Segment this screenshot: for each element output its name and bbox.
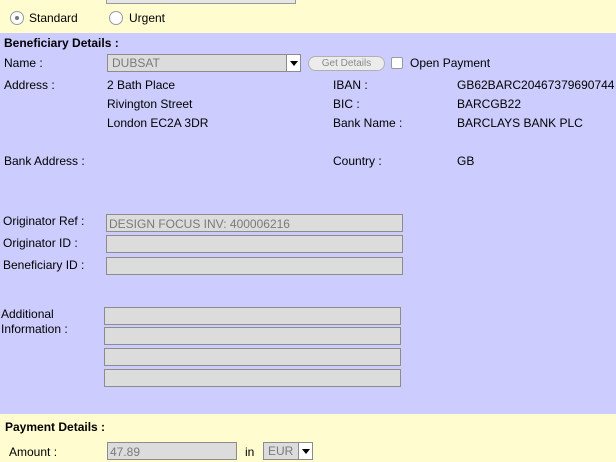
- bank-name-label: Bank Name :: [333, 116, 403, 130]
- urgent-label: Urgent: [129, 11, 166, 25]
- country-value: GB: [457, 154, 475, 168]
- bic-value: BARCGB22: [457, 97, 522, 111]
- additional-info-input-3[interactable]: [104, 348, 401, 366]
- additional-info-label-line-2: Information :: [1, 322, 68, 336]
- get-details-button[interactable]: Get Details: [308, 56, 385, 71]
- address-label: Address :: [4, 78, 55, 92]
- beneficiary-id-label: Beneficiary ID :: [3, 258, 85, 272]
- open-payment-checkbox[interactable]: [391, 57, 403, 69]
- originator-id-input[interactable]: [106, 235, 403, 253]
- amount-input[interactable]: 47.89: [107, 442, 237, 460]
- priority-band: Standard Urgent: [0, 0, 616, 33]
- chevron-down-icon: [298, 443, 312, 459]
- address-line-1: 2 Bath Place: [107, 78, 176, 92]
- beneficiary-section-title: Beneficiary Details :: [4, 36, 119, 50]
- additional-info-input-1[interactable]: [104, 307, 401, 325]
- country-label: Country :: [333, 154, 382, 168]
- currency-select[interactable]: EUR: [263, 442, 313, 460]
- in-label: in: [245, 445, 255, 459]
- beneficiary-name-value: DUBSAT: [112, 56, 160, 70]
- bank-address-label: Bank Address :: [4, 154, 85, 168]
- beneficiary-name-select[interactable]: DUBSAT: [107, 54, 301, 72]
- top-input-field[interactable]: [106, 0, 296, 4]
- beneficiary-id-input[interactable]: [106, 257, 403, 275]
- bic-label: BIC :: [333, 97, 360, 111]
- originator-ref-label: Originator Ref :: [3, 214, 85, 228]
- address-line-2: Rivington Street: [107, 97, 193, 111]
- bank-name-value: BARCLAYS BANK PLC: [457, 116, 583, 130]
- standard-label: Standard: [29, 11, 78, 25]
- currency-value: EUR: [268, 444, 294, 458]
- open-payment-label: Open Payment: [410, 56, 491, 70]
- chevron-down-icon: [286, 55, 300, 71]
- payment-details-panel: Payment Details : Amount : 47.89 in EUR: [0, 414, 616, 462]
- additional-info-input-4[interactable]: [104, 369, 401, 387]
- name-label: Name :: [4, 56, 43, 70]
- additional-info-label-line-1: Additional: [1, 307, 54, 321]
- urgent-radio[interactable]: [109, 11, 123, 25]
- iban-label: IBAN :: [333, 78, 368, 92]
- address-line-3: London EC2A 3DR: [107, 116, 209, 130]
- payment-section-title: Payment Details :: [5, 420, 106, 434]
- amount-label: Amount :: [9, 445, 58, 459]
- beneficiary-details-panel: Beneficiary Details : Name : DUBSAT Get …: [0, 33, 616, 414]
- additional-info-input-2[interactable]: [104, 327, 401, 345]
- standard-radio[interactable]: [10, 11, 24, 25]
- originator-id-label: Originator ID :: [3, 236, 78, 250]
- originator-ref-input[interactable]: DESIGN FOCUS INV: 400006216: [106, 214, 403, 232]
- iban-value: GB62BARC20467379690744: [457, 78, 615, 92]
